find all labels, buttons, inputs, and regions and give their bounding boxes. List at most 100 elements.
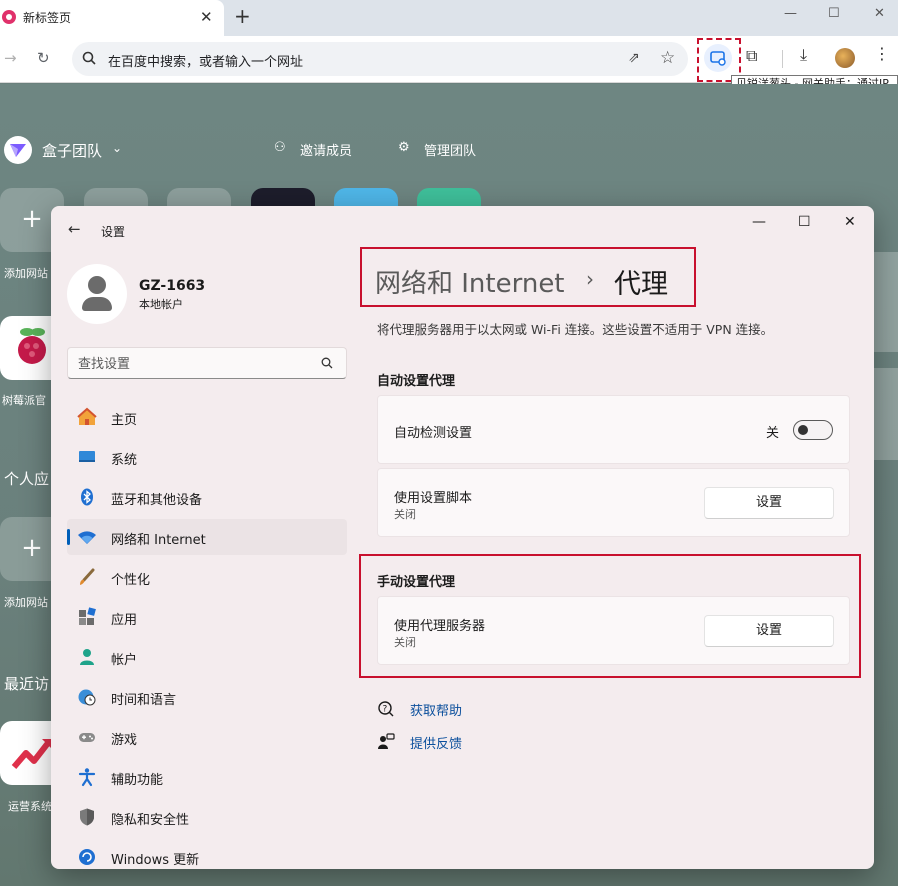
- breadcrumb-parent[interactable]: 网络和 Internet: [375, 263, 565, 300]
- svg-text:?: ?: [383, 705, 388, 715]
- tile-label: 添加网站: [4, 596, 48, 609]
- nav-label: 隐私和安全性: [111, 813, 190, 828]
- address-placeholder: 在百度中搜索，或者输入一个网址: [108, 55, 304, 70]
- nav-item-network[interactable]: 网络和 Internet: [67, 519, 347, 555]
- nav-item-windows-update[interactable]: Windows 更新: [67, 839, 347, 869]
- give-feedback-link[interactable]: 提供反馈: [410, 733, 462, 752]
- tab-title: 新标签页: [23, 11, 72, 25]
- auto-detect-label: 自动检测设置: [394, 426, 473, 441]
- accessibility-icon: [78, 768, 96, 787]
- nav-label: 网络和 Internet: [111, 533, 206, 548]
- close-button[interactable]: ✕: [844, 214, 856, 230]
- manage-team-link[interactable]: 管理团队: [424, 140, 476, 159]
- tile-label: 添加网站: [4, 267, 48, 280]
- recent-heading: 最近访: [4, 675, 50, 693]
- tile-label: 运营系统: [8, 800, 52, 813]
- nav-item-gaming[interactable]: 游戏: [67, 719, 347, 755]
- tab-strip: 新标签页 ✕ + — ☐ ✕: [0, 0, 898, 36]
- globe-clock-icon: [78, 689, 96, 706]
- maximize-button[interactable]: ☐: [798, 214, 811, 230]
- nav-label: 游戏: [111, 733, 138, 748]
- chevron-down-icon[interactable]: ⌄: [112, 141, 122, 155]
- maximize-button[interactable]: ☐: [828, 6, 840, 21]
- forward-icon[interactable]: →: [4, 49, 17, 67]
- new-tab-button[interactable]: +: [234, 4, 251, 28]
- side-card: [874, 252, 898, 352]
- bluetooth-icon: [81, 488, 93, 506]
- shield-icon: [80, 808, 94, 826]
- share-icon[interactable]: ⇗: [628, 50, 640, 66]
- help-icon: ?: [378, 701, 394, 717]
- settings-window: ← 设置 — ☐ ✕ GZ-1663 本地帐户 主页 系统 蓝牙和其他设备 网络…: [51, 206, 874, 869]
- feedback-icon: [378, 733, 395, 749]
- nav-label: 个性化: [111, 573, 151, 588]
- nav-label: 应用: [111, 613, 138, 628]
- reload-icon[interactable]: ↻: [37, 49, 50, 67]
- page-title: 代理: [614, 269, 668, 300]
- back-arrow-icon[interactable]: ←: [68, 220, 81, 238]
- nav-item-apps[interactable]: 应用: [67, 599, 347, 635]
- proxy-server-status: 关闭: [394, 636, 416, 649]
- profile-avatar[interactable]: [835, 48, 855, 68]
- profile-name: GZ-1663: [139, 278, 206, 294]
- nav-item-personalization[interactable]: 个性化: [67, 559, 347, 595]
- menu-kebab-icon[interactable]: ⋮: [874, 44, 890, 63]
- search-icon: [82, 51, 96, 65]
- settings-search[interactable]: [67, 347, 347, 379]
- address-bar[interactable]: 在百度中搜索，或者输入一个网址 ⇗ ☆: [72, 42, 688, 76]
- user-avatar[interactable]: [67, 264, 127, 324]
- close-button[interactable]: ✕: [874, 6, 885, 21]
- user-icon: ⚇: [274, 140, 286, 155]
- minimize-button[interactable]: —: [752, 214, 766, 230]
- proxy-setup-button[interactable]: 设置: [704, 615, 834, 647]
- search-icon: [321, 357, 333, 369]
- proxy-server-label: 使用代理服务器: [394, 619, 486, 634]
- personal-apps-heading: 个人应: [4, 470, 50, 488]
- wifi-icon: [78, 531, 96, 544]
- settings-title: 设置: [101, 225, 126, 239]
- home-icon: [77, 407, 97, 425]
- auto-proxy-heading: 自动设置代理: [377, 374, 456, 389]
- nav-label: 系统: [111, 453, 138, 468]
- setup-script-button[interactable]: 设置: [704, 487, 834, 519]
- setup-script-label: 使用设置脚本: [394, 491, 473, 506]
- browser-logo-icon: [2, 10, 16, 24]
- update-icon: [79, 849, 95, 865]
- team-name[interactable]: 盒子团队: [42, 140, 102, 161]
- minimize-button[interactable]: —: [784, 6, 797, 21]
- nav-label: Windows 更新: [111, 853, 200, 868]
- apps-icon: [79, 607, 96, 625]
- nav-item-system[interactable]: 系统: [67, 439, 347, 475]
- auto-detect-toggle[interactable]: [793, 420, 833, 440]
- auto-detect-card: 自动检测设置 关: [377, 395, 850, 464]
- team-logo: [4, 136, 32, 164]
- side-card: [874, 368, 898, 460]
- breadcrumb: 网络和 Internet › 代理: [360, 247, 696, 307]
- nav-label: 主页: [111, 413, 138, 428]
- manual-proxy-heading: 手动设置代理: [377, 575, 456, 590]
- system-icon: [79, 451, 95, 462]
- tab-new-tab[interactable]: 新标签页 ✕: [0, 0, 224, 36]
- setup-script-card: 使用设置脚本 关闭 设置: [377, 468, 850, 537]
- search-input[interactable]: [78, 354, 308, 374]
- tile-label: 树莓派官: [2, 394, 46, 407]
- get-help-link[interactable]: 获取帮助: [410, 700, 462, 719]
- nav-item-bluetooth[interactable]: 蓝牙和其他设备: [67, 479, 347, 515]
- brush-icon: [80, 568, 95, 585]
- tab-close-button[interactable]: ✕: [200, 8, 213, 26]
- person-icon: [88, 276, 106, 294]
- bookmark-star-icon[interactable]: ☆: [660, 48, 675, 68]
- nav-item-home[interactable]: 主页: [67, 399, 347, 435]
- nav-item-accessibility[interactable]: 辅助功能: [67, 759, 347, 795]
- nav-label: 帐户: [111, 653, 138, 668]
- invite-members-link[interactable]: 邀请成员: [300, 140, 352, 159]
- nav-item-time-language[interactable]: 时间和语言: [67, 679, 347, 715]
- nav-label: 蓝牙和其他设备: [111, 493, 203, 508]
- nav-item-accounts[interactable]: 帐户: [67, 639, 347, 675]
- toggle-state-label: 关: [766, 426, 780, 441]
- setup-script-status: 关闭: [394, 508, 416, 521]
- extensions-puzzle-icon[interactable]: ⧉: [746, 46, 757, 66]
- download-icon[interactable]: ⤓: [800, 45, 807, 65]
- nav-item-privacy[interactable]: 隐私和安全性: [67, 799, 347, 835]
- account-icon: [80, 649, 94, 665]
